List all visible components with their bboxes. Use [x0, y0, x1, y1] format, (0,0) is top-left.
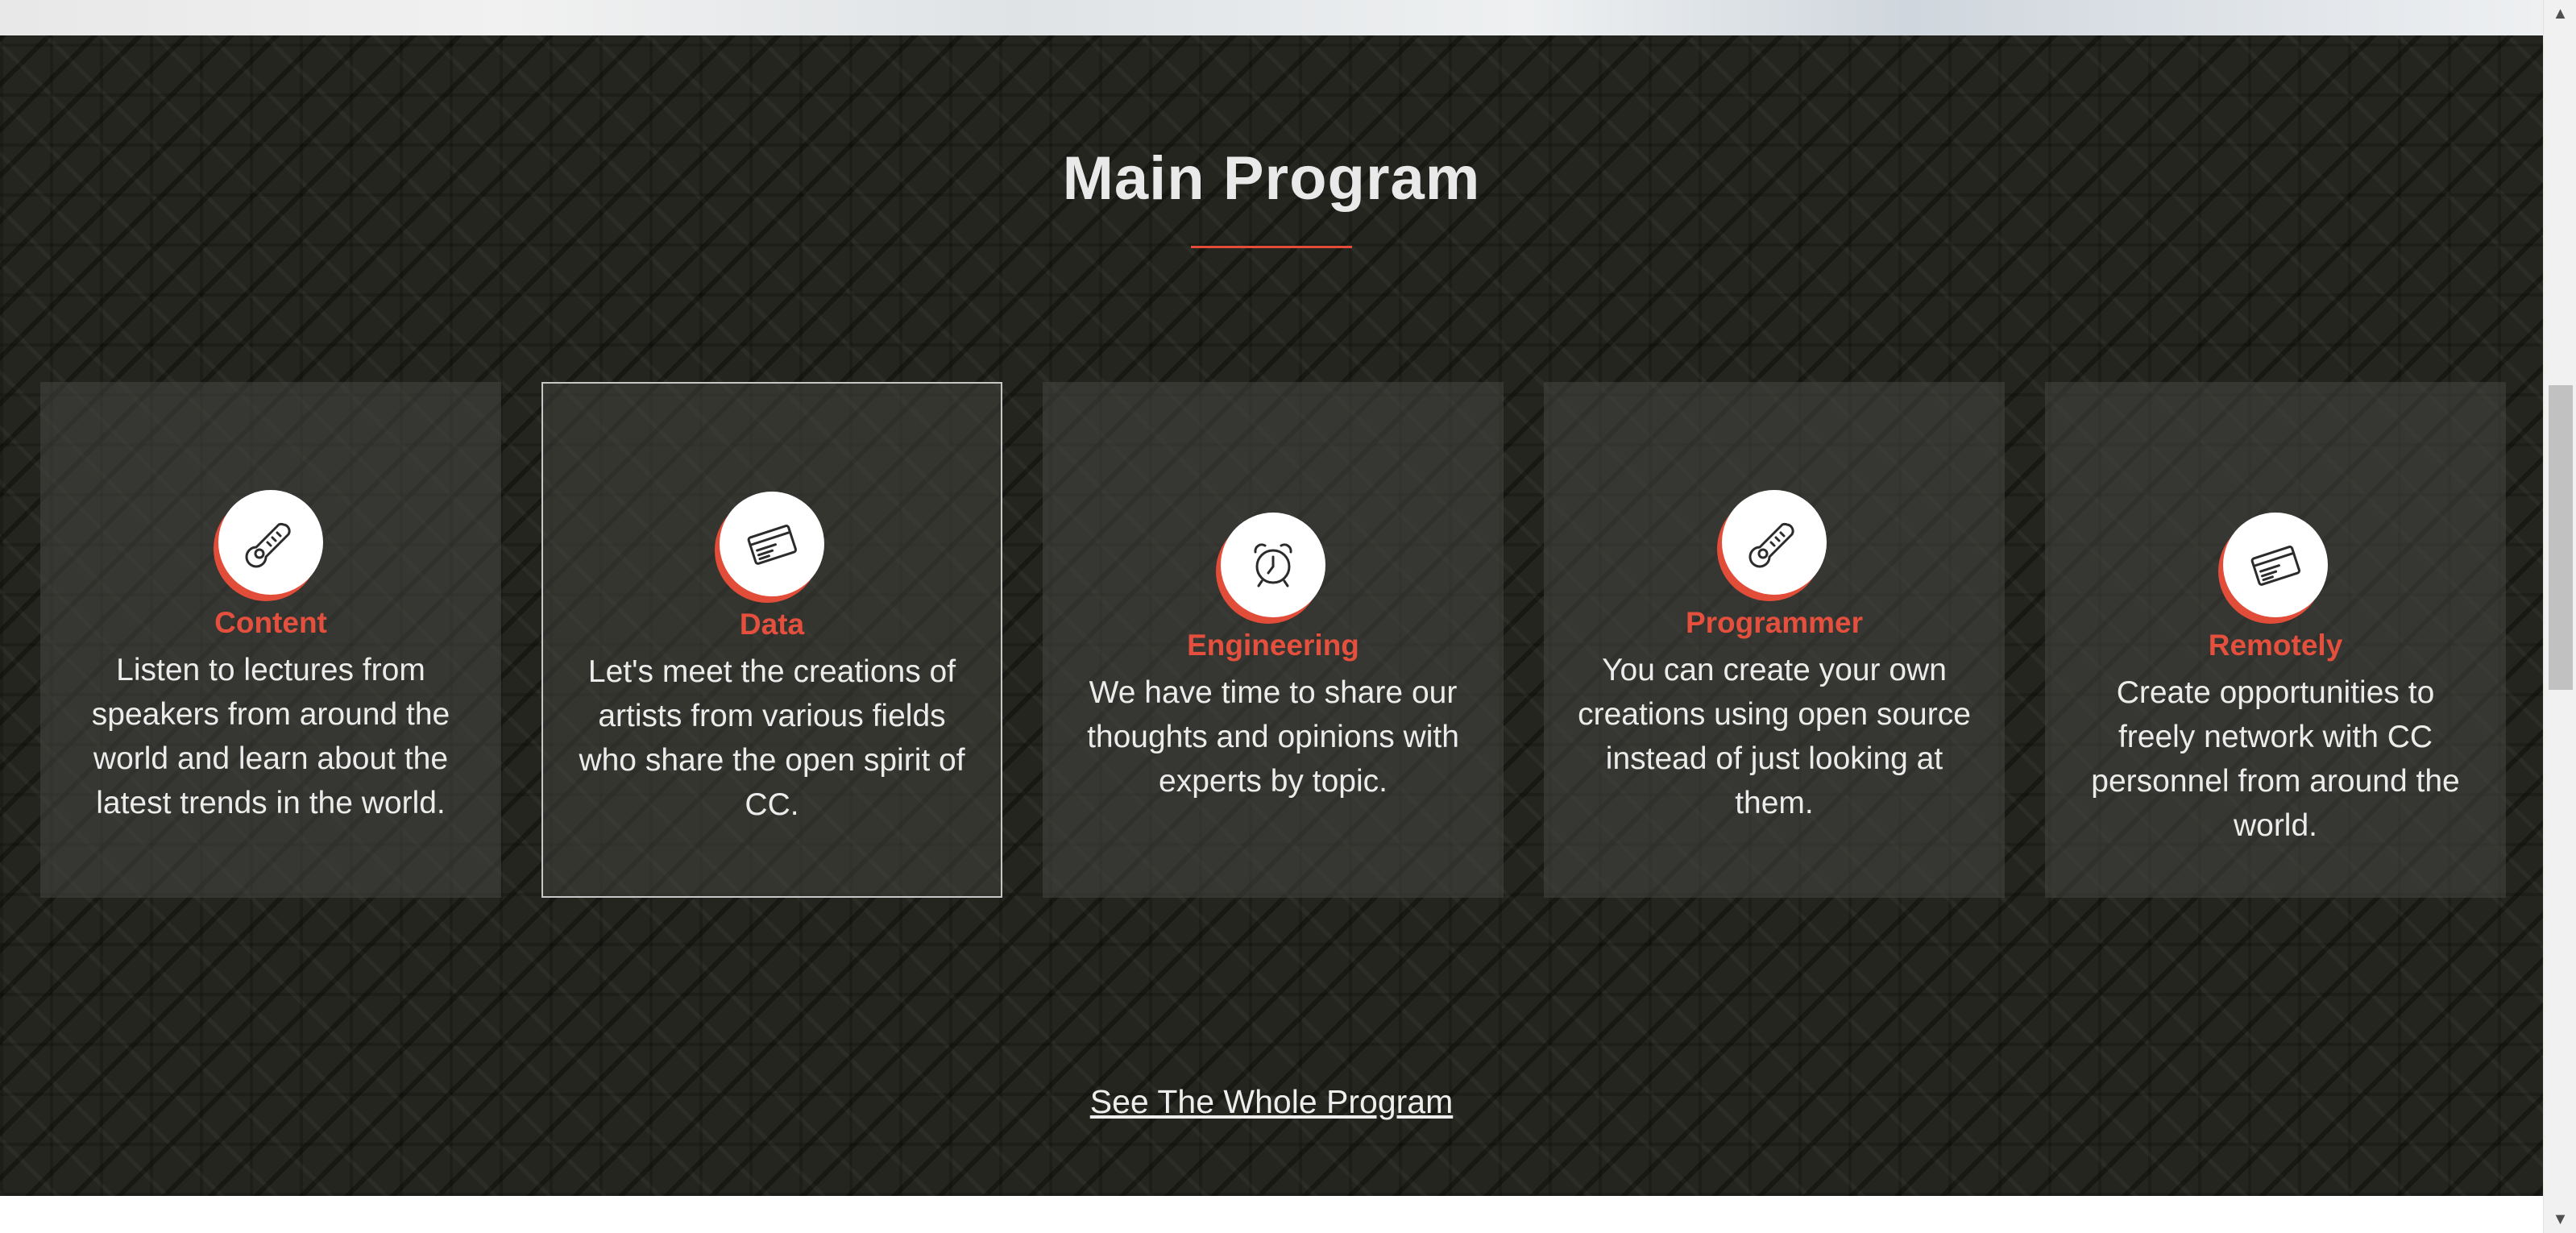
credit-card-icon [720, 492, 824, 596]
page: Main Program Content Listen to lectures … [0, 0, 2576, 1233]
card-description: We have time to share our thoughts and o… [1087, 675, 1459, 799]
card-title: Engineering [1187, 629, 1359, 662]
card-title: Remotely [2208, 629, 2343, 662]
program-card-engineering[interactable]: Engineering We have time to share our th… [1043, 382, 1504, 898]
thermometer-icon [218, 490, 323, 595]
next-section-strip [0, 1196, 2543, 1233]
card-description: Create opportunities to freely network w… [2091, 675, 2460, 843]
program-card-programmer[interactable]: Programmer You can create your own creat… [1544, 382, 2005, 898]
scroll-up-arrow-icon[interactable]: ▲ [2544, 0, 2576, 27]
vertical-scrollbar[interactable]: ▲ ▼ [2543, 0, 2576, 1233]
card-title: Programmer [1685, 606, 1864, 639]
card-title: Content [214, 606, 327, 639]
program-card-data[interactable]: Data Let's meet the creations of artists… [541, 382, 1002, 898]
main-program-section: Main Program Content Listen to lectures … [0, 35, 2543, 1196]
alarm-clock-icon [1221, 513, 1325, 617]
title-underline [1191, 246, 1352, 248]
program-card-remotely[interactable]: Remotely Create opportunities to freely … [2045, 382, 2506, 898]
card-description: You can create your own creations using … [1578, 653, 1971, 820]
card-description: Let's meet the creations of artists from… [579, 654, 965, 822]
section-title: Main Program [1062, 144, 1481, 213]
scroll-down-arrow-icon[interactable]: ▼ [2544, 1206, 2576, 1233]
card-description: Listen to lectures from speakers from ar… [91, 653, 450, 820]
card-title: Data [739, 608, 805, 641]
program-card-content[interactable]: Content Listen to lectures from speakers… [40, 382, 501, 898]
credit-card-icon [2223, 513, 2328, 617]
see-whole-program-link[interactable]: See The Whole Program [0, 1083, 2543, 1121]
scrollbar-thumb[interactable] [2549, 385, 2573, 690]
thermometer-icon [1722, 490, 1827, 595]
hero-image-strip [0, 0, 2543, 35]
